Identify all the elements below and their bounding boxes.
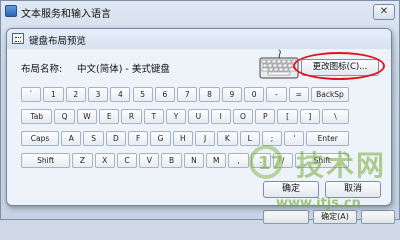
watermark-url: www.itjs.cn [276,196,361,211]
dialog-title: 键盘布局预览 [29,36,87,47]
keyboard-key: [ [277,109,298,124]
back-window-title: 文本服务和输入语言 [21,9,111,20]
keyboard-key: ` [21,87,42,102]
keyboard-key: 6 [154,87,176,102]
change-icon-button[interactable]: 更改图标(C)... [301,59,379,76]
keyboard-key: 5 [132,87,153,102]
keyboard-key: K [217,131,238,146]
keyboard-key: BackSp [310,87,350,102]
keyboard-key: Shift [21,153,71,168]
keyboard-key: 3 [87,87,109,102]
keyboard-key: H [172,131,193,146]
keyboard-key: V [139,153,160,168]
keyboard-key: R [121,109,142,124]
keyboard-key: I [210,109,231,124]
keyboard-key: E [99,109,120,124]
keyboard-key: M [206,153,227,168]
keyboard-key: P [255,109,276,124]
keyboard-key: - [266,87,287,102]
keyboard-key: \ [322,109,350,124]
keyboard-key: U [188,109,209,124]
keyboard-key: J [194,131,216,146]
keyboard-key: D [105,131,127,146]
keyboard-key: O [232,109,254,124]
watermark-title: 技术网 [296,149,387,182]
keyboard-key: F [128,131,149,146]
keyboard-key: T [143,109,164,124]
back-window-titlebar: 文本服务和输入语言 ✕ [1,1,399,23]
keyboard-key: 0 [244,87,265,102]
keyboard-key: ] [299,109,321,124]
keyboard-key: G [150,131,171,146]
keyboard-key: W [76,109,98,124]
back-window-close-button[interactable]: ✕ [373,4,395,20]
keyboard-key: 7 [177,87,198,102]
watermark-logo-icon: 17 [249,145,283,179]
keyboard-key: Q [54,109,75,124]
svg-text:17: 17 [258,153,283,174]
keyboard-key: N [183,153,205,168]
keyboard-key: S [83,131,104,146]
keyboard-key: 2 [65,87,86,102]
layout-name-value: 中文(简体) - 美式键盘 [77,64,170,75]
layout-name-label: 布局名称: [21,64,63,75]
keyboard-key: C [116,153,138,168]
keyboard-key: X [94,153,115,168]
keyboard-key: Caps [21,131,60,146]
language-app-icon [5,5,17,17]
back-window-button-3[interactable] [361,210,395,224]
keyboard-key: 8 [199,87,220,102]
keyboard-key: B [161,153,182,168]
keyboard-key: Tab [21,109,53,124]
keyboard-key: A [61,131,82,146]
keyboard-key: 1 [43,87,64,102]
keyboard-icon [259,49,299,79]
back-window-apply-button[interactable]: 确定(A) [313,210,357,224]
back-window-button-1[interactable] [263,210,309,224]
keyboard-key: 9 [221,87,242,102]
keyboard-key: 4 [110,87,131,102]
keyboard-key: = [288,87,309,102]
keyboard-small-icon [12,33,24,44]
keyboard-key: Z [72,153,93,168]
dialog-titlebar: 键盘布局预览 [7,29,391,49]
keyboard-key: Y [165,109,187,124]
